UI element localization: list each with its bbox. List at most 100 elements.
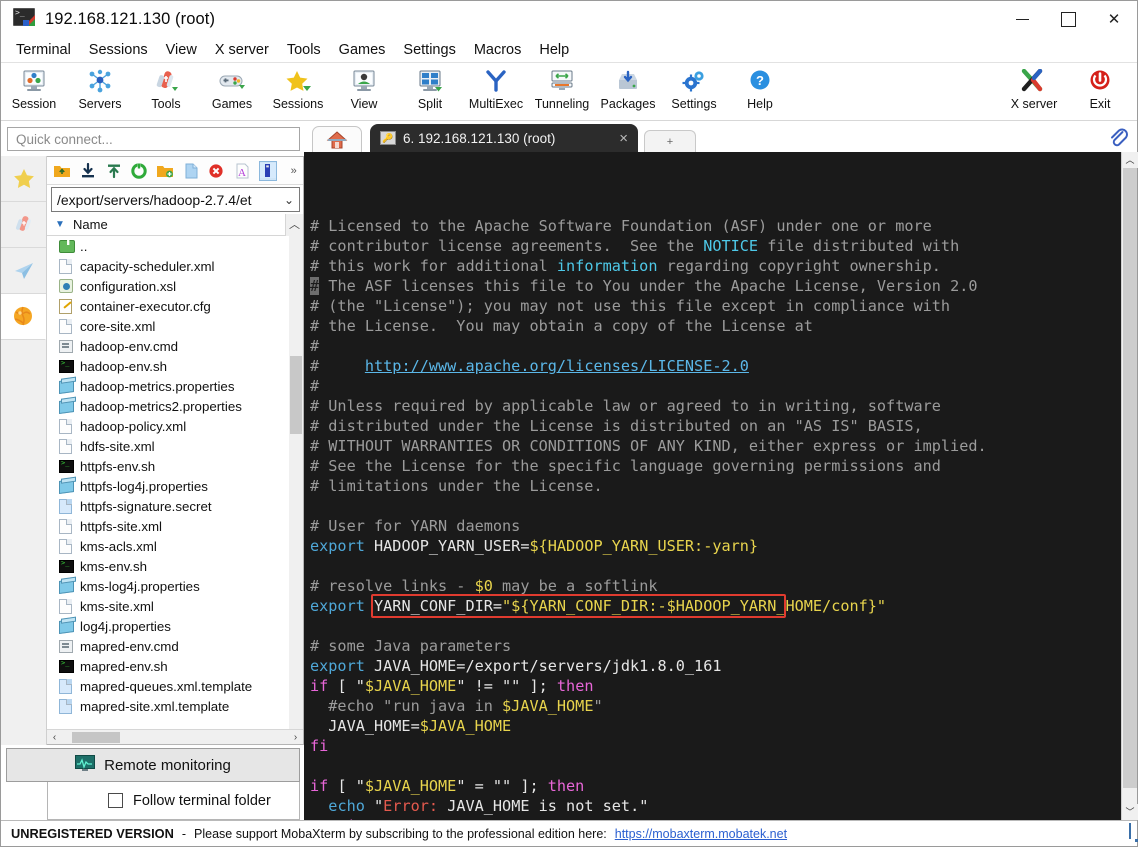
scroll-right-arrow[interactable]: › — [288, 732, 303, 743]
file-list-hscrollbar[interactable]: ‹ › — [47, 729, 303, 744]
ribbon-session-button[interactable]: Session — [1, 66, 67, 120]
menu-tools[interactable]: Tools — [278, 40, 330, 60]
file-list-item[interactable]: capacity-scheduler.xml — [47, 256, 303, 276]
file-list-scroll-thumb[interactable] — [290, 356, 302, 434]
terminal-scroll-up-arrow[interactable]: ︿ — [1122, 152, 1138, 168]
file-list-item[interactable]: kms-log4j.properties — [47, 576, 303, 596]
new-tab-button[interactable]: + — [644, 130, 696, 152]
remote-monitoring-button[interactable]: Remote monitoring — [6, 748, 300, 782]
folder-up-icon[interactable] — [53, 161, 72, 181]
close-button[interactable]: ✕ — [1091, 1, 1137, 37]
terminal-scroll-down-arrow[interactable]: ﹀ — [1122, 804, 1138, 820]
paperclip-icon[interactable] — [1105, 124, 1131, 150]
file-list-item[interactable]: httpfs-signature.secret — [47, 496, 303, 516]
column-header-name[interactable]: Name — [73, 217, 285, 232]
file-list-item[interactable]: mapred-site.xml.template — [47, 696, 303, 716]
upload-icon[interactable] — [104, 161, 123, 181]
file-list-scrollbar[interactable] — [289, 236, 303, 729]
binary-icon[interactable] — [258, 160, 278, 181]
file-list-item[interactable]: kms-acls.xml — [47, 536, 303, 556]
more-icon[interactable]: » — [284, 161, 303, 181]
download-icon[interactable] — [79, 161, 98, 181]
delete-icon[interactable] — [207, 161, 226, 181]
file-list-item[interactable]: hadoop-env.sh — [47, 356, 303, 376]
file-list[interactable]: .. capacity-scheduler.xml configuration.xs… — [47, 236, 303, 729]
file-list-item[interactable]: log4j.properties — [47, 616, 303, 636]
file-list-item[interactable]: httpfs-log4j.properties — [47, 476, 303, 496]
sidebar-item-sftp[interactable] — [1, 294, 46, 340]
hscroll-track[interactable] — [62, 730, 288, 744]
menu-help[interactable]: Help — [530, 40, 578, 60]
file-list-item[interactable]: hadoop-metrics2.properties — [47, 396, 303, 416]
file-list-item[interactable]: hadoop-policy.xml — [47, 416, 303, 436]
file-list-item[interactable]: hadoop-metrics.properties — [47, 376, 303, 396]
file-list-item[interactable]: httpfs-env.sh — [47, 456, 303, 476]
quick-connect-input[interactable]: Quick connect... — [7, 127, 300, 151]
file-list-item[interactable]: mapred-queues.xml.template — [47, 676, 303, 696]
menu-settings[interactable]: Settings — [394, 40, 464, 60]
ribbon-help-button[interactable]: ? Help — [727, 66, 793, 120]
scroll-left-arrow[interactable]: ‹ — [47, 732, 62, 743]
font-a-icon[interactable]: A — [233, 161, 252, 181]
home-icon — [326, 130, 348, 148]
sftp-path-input[interactable]: /export/servers/hadoop-2.7.4/et ⌄ — [51, 187, 300, 212]
sidebar-item-tools[interactable] — [1, 202, 46, 248]
terminal-line: # The ASF licenses this file to You unde… — [310, 277, 978, 295]
ribbon-games-button[interactable]: Games — [199, 66, 265, 120]
maximize-button[interactable] — [1045, 1, 1091, 37]
mobaxterm-link[interactable]: https://mobaxterm.mobatek.net — [615, 827, 787, 841]
tab-close-icon[interactable]: × — [619, 130, 628, 147]
terminal-scrollbar[interactable]: ︿ ﹀ — [1121, 152, 1138, 820]
ribbon-servers-button[interactable]: Servers — [67, 66, 133, 120]
new-folder-icon[interactable] — [156, 161, 175, 181]
ribbon-packages-button[interactable]: Packages — [595, 66, 661, 120]
menu-view[interactable]: View — [157, 40, 206, 60]
sort-descending-icon[interactable]: ▼ — [47, 219, 73, 230]
sidebar-item-macros[interactable] — [1, 248, 46, 294]
file-list-item[interactable]: kms-env.sh — [47, 556, 303, 576]
monitor-icon[interactable] — [1129, 823, 1131, 839]
terminal-line: export JAVA_HOME=/export/servers/jdk1.8.… — [310, 657, 722, 675]
refresh-icon[interactable] — [130, 161, 149, 181]
file-list-item[interactable]: kms-site.xml — [47, 596, 303, 616]
follow-terminal-folder-checkbox[interactable] — [108, 793, 123, 808]
chevron-down-icon[interactable]: ⌄ — [281, 193, 297, 207]
menu-sessions[interactable]: Sessions — [80, 40, 157, 60]
status-dash: - — [181, 826, 187, 841]
file-list-item[interactable]: mapred-env.cmd — [47, 636, 303, 656]
menu-games[interactable]: Games — [330, 40, 395, 60]
file-list-item[interactable]: .. — [47, 236, 303, 256]
settings-gear-icon — [677, 66, 711, 96]
file-list-item[interactable]: configuration.xsl — [47, 276, 303, 296]
ribbon-sessions-button[interactable]: Sessions — [265, 66, 331, 120]
follow-terminal-folder-row[interactable]: Follow terminal folder — [47, 782, 300, 820]
ribbon-multiexec-button[interactable]: MultiExec — [463, 66, 529, 120]
tab-home[interactable] — [312, 126, 362, 152]
file-list-item[interactable]: hdfs-site.xml — [47, 436, 303, 456]
ribbon-tunneling-button[interactable]: Tunneling — [529, 66, 595, 120]
ribbon-view-button[interactable]: View — [331, 66, 397, 120]
hscroll-thumb[interactable] — [72, 731, 120, 743]
scroll-up-arrow[interactable]: ︿ — [285, 213, 303, 236]
ribbon-settings-button[interactable]: Settings — [661, 66, 727, 120]
file-name: hadoop-env.sh — [80, 358, 167, 374]
ribbon-tools-button[interactable]: Tools — [133, 66, 199, 120]
ribbon-split-button[interactable]: Split — [397, 66, 463, 120]
file-list-item[interactable]: httpfs-site.xml — [47, 516, 303, 536]
menu-macros[interactable]: Macros — [465, 40, 531, 60]
sidebar-item-sessions[interactable] — [1, 156, 46, 202]
minimize-button[interactable] — [999, 1, 1045, 37]
file-list-item[interactable]: core-site.xml — [47, 316, 303, 336]
ribbon-xserver-button[interactable]: X server — [1001, 66, 1067, 120]
new-file-icon[interactable] — [181, 161, 200, 181]
file-list-item[interactable]: container-executor.cfg — [47, 296, 303, 316]
file-list-item[interactable]: hadoop-env.cmd — [47, 336, 303, 356]
terminal-scroll-thumb[interactable] — [1123, 168, 1137, 788]
menu-xserver[interactable]: X server — [206, 40, 278, 60]
ribbon-exit-button[interactable]: Exit — [1067, 66, 1133, 120]
tab-active-session[interactable]: 🔑 6. 192.168.121.130 (root) × — [370, 124, 638, 152]
terminal-output[interactable]: # Licensed to the Apache Software Founda… — [304, 152, 1121, 820]
menu-terminal[interactable]: Terminal — [7, 40, 80, 60]
file-name: hadoop-metrics2.properties — [80, 398, 242, 414]
file-list-item[interactable]: mapred-env.sh — [47, 656, 303, 676]
